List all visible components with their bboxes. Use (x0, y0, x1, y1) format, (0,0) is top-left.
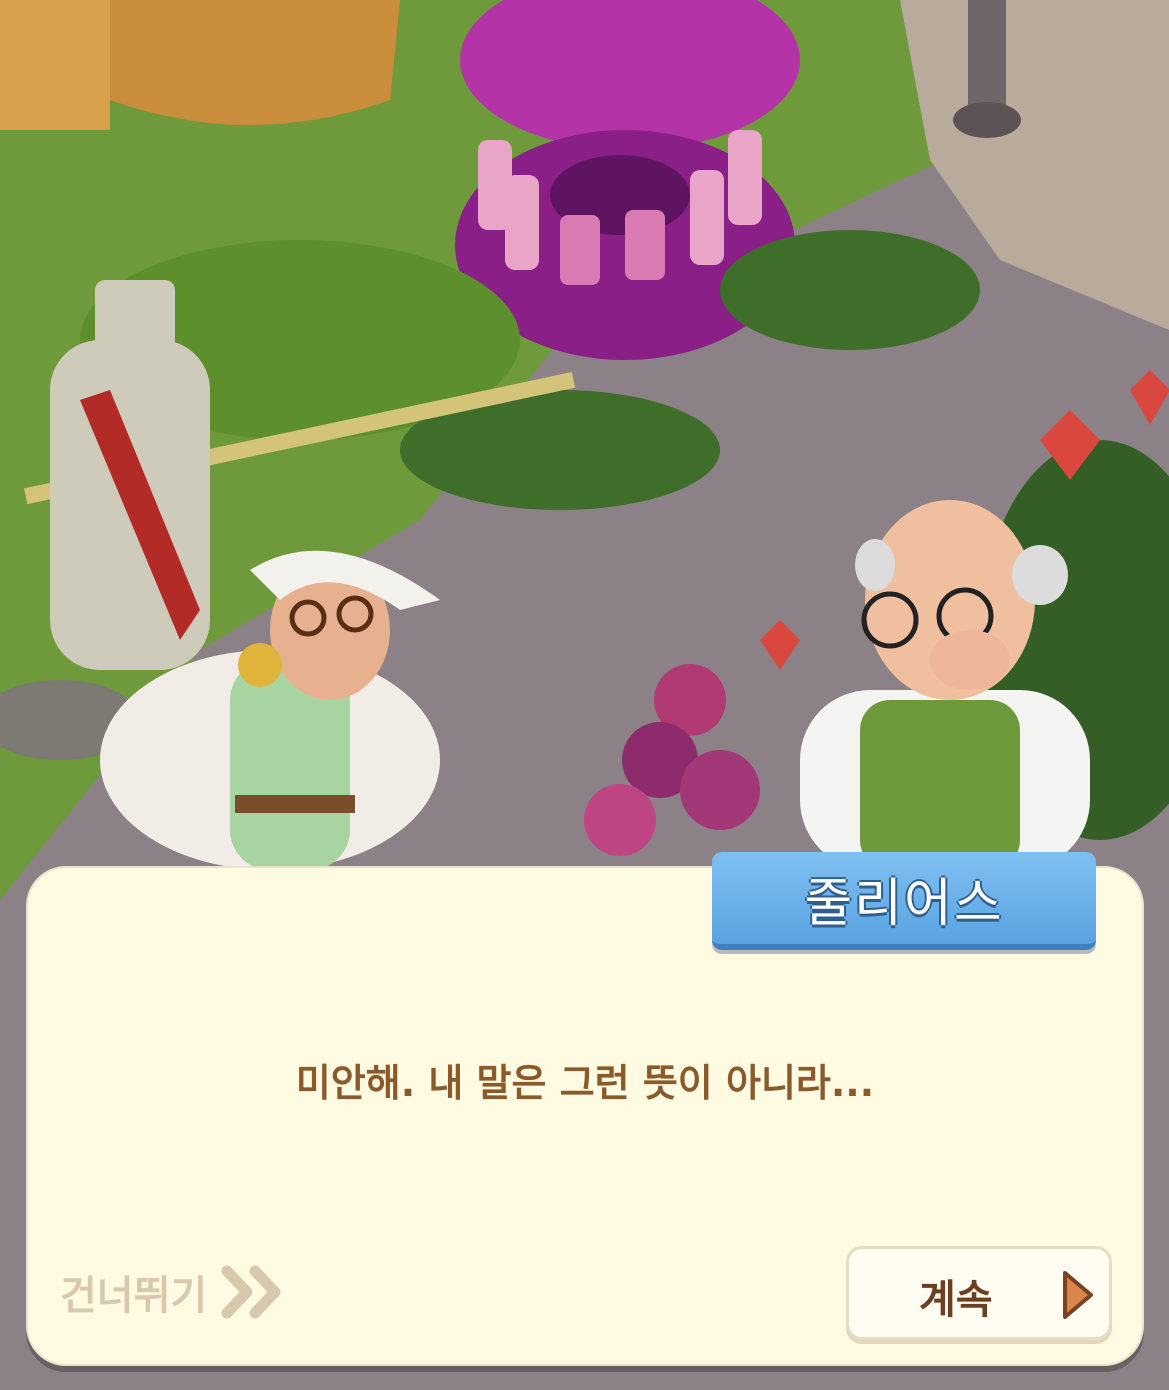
dialog-text: 미안해. 내 말은 그런 뜻이 아니라... (295, 1061, 875, 1105)
juice-bottle (690, 170, 724, 265)
flower-bed (720, 230, 980, 350)
lamp-post (968, 0, 1006, 110)
double-chevron-right-icon (221, 1265, 281, 1319)
juice-cup (625, 210, 665, 280)
lamp-base (953, 102, 1021, 138)
wooden-barrel (100, 0, 400, 125)
continue-label: 계속 (919, 1277, 993, 1323)
continue-button[interactable]: 계속 (846, 1246, 1112, 1340)
speaker-name: 줄리어스 (804, 873, 1004, 934)
skip-button[interactable]: 건너뛰기 (60, 1262, 285, 1322)
heart-balloon (680, 750, 760, 830)
heart-balloon (584, 784, 656, 856)
statue-hat (95, 280, 175, 360)
juice-bottle (728, 130, 762, 225)
juice-bottle (505, 175, 539, 270)
juice-cup (560, 215, 600, 285)
skip-label: 건너뛰기 (60, 1273, 208, 1319)
play-triangle-icon (1063, 1271, 1093, 1319)
wooden-deck (0, 0, 110, 130)
speaker-name-plate: 줄리어스 (712, 852, 1096, 950)
